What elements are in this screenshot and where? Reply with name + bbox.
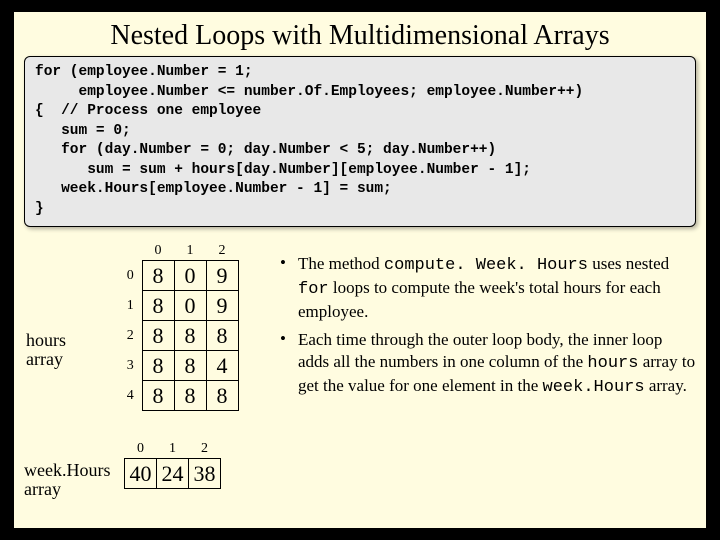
col-h: 0	[125, 441, 157, 459]
t: array.	[645, 376, 687, 395]
t: hours	[587, 354, 638, 373]
t: The method	[298, 254, 384, 273]
t: loops to compute the week's total hours …	[298, 278, 661, 321]
cell: 38	[189, 459, 221, 489]
row-h: 2	[124, 321, 142, 351]
bullets-area: • The method compute. Week. Hours uses n…	[274, 235, 696, 406]
week-table: 0 1 2 40 24 38	[124, 441, 221, 490]
bullet-1: • The method compute. Week. Hours uses n…	[280, 253, 696, 323]
cell: 4	[206, 351, 238, 381]
cell: 9	[206, 291, 238, 321]
col-h: 1	[174, 243, 206, 261]
col-h: 0	[142, 243, 174, 261]
row-h: 3	[124, 351, 142, 381]
cell: 8	[206, 381, 238, 411]
cell: 8	[142, 351, 174, 381]
cell: 8	[142, 291, 174, 321]
cell: 24	[157, 459, 189, 489]
row-h: 1	[124, 291, 142, 321]
t: for	[298, 280, 329, 299]
code-block: for (employee.Number = 1; employee.Numbe…	[24, 56, 696, 227]
bullet-2: • Each time through the outer loop body,…	[280, 329, 696, 399]
cell: 40	[125, 459, 157, 489]
week-label: week.Hours array	[24, 461, 124, 501]
cell: 0	[174, 261, 206, 291]
bullet-dot: •	[280, 329, 298, 399]
col-h: 2	[206, 243, 238, 261]
t: week.Hours	[543, 378, 645, 397]
hours-table: 0 1 2 0 8 0 9 1 8 0 9	[124, 243, 239, 412]
col-h: 1	[157, 441, 189, 459]
row-h: 4	[124, 381, 142, 411]
cell: 8	[142, 381, 174, 411]
cell: 8	[142, 321, 174, 351]
bullet-text: Each time through the outer loop body, t…	[298, 329, 696, 399]
bullet-text: The method compute. Week. Hours uses nes…	[298, 253, 696, 323]
cell: 8	[174, 351, 206, 381]
t: uses nested	[588, 254, 669, 273]
cell: 9	[206, 261, 238, 291]
slide: Nested Loops with Multidimensional Array…	[12, 10, 708, 530]
cell: 8	[174, 321, 206, 351]
bullet-dot: •	[280, 253, 298, 323]
cell: 8	[142, 261, 174, 291]
hours-label: hours array	[26, 331, 86, 371]
cell: 0	[174, 291, 206, 321]
row-h: 0	[124, 261, 142, 291]
slide-title: Nested Loops with Multidimensional Array…	[14, 12, 706, 56]
t: compute. Week. Hours	[384, 256, 588, 275]
cell: 8	[206, 321, 238, 351]
arrays-area: hours array 0 1 2 0 8 0 9	[24, 235, 274, 406]
cell: 8	[174, 381, 206, 411]
lower-region: hours array 0 1 2 0 8 0 9	[14, 235, 706, 406]
col-h: 2	[189, 441, 221, 459]
